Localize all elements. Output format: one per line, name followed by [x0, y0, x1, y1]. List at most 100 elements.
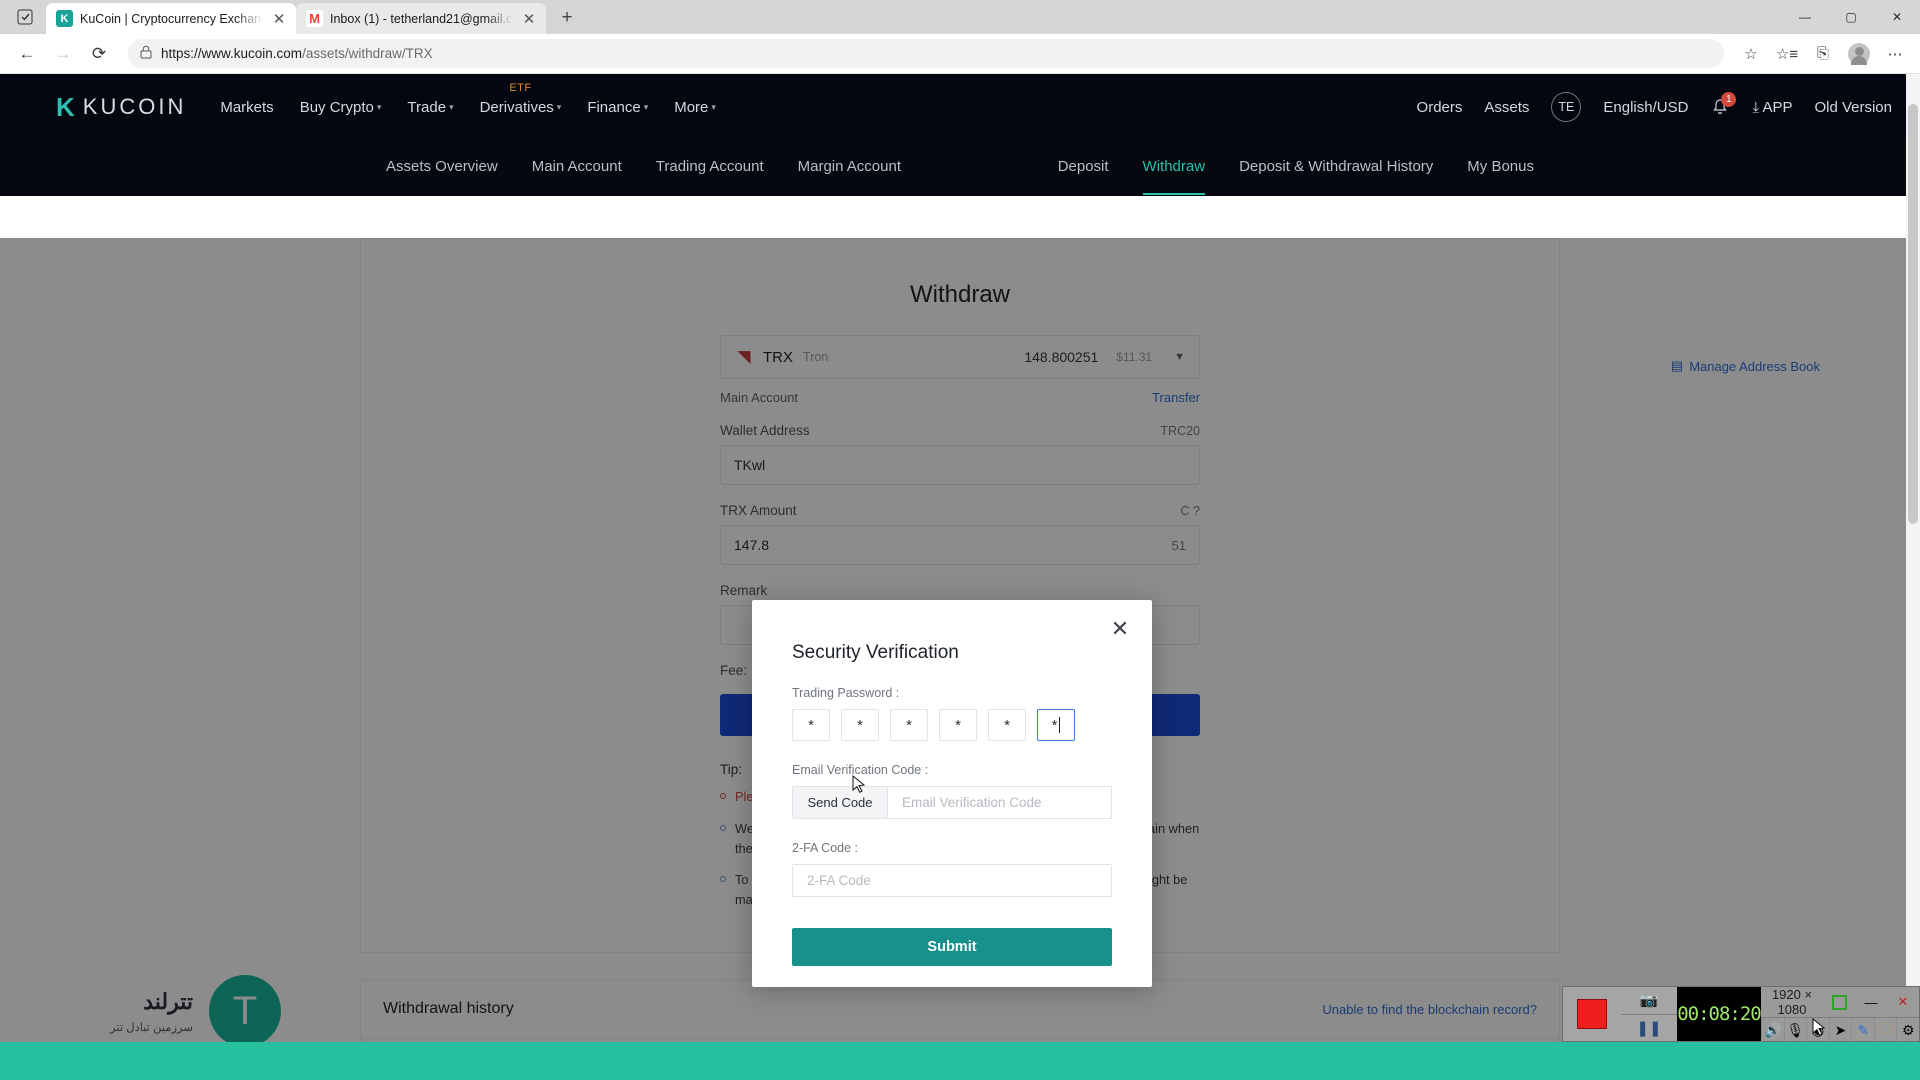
kucoin-header-right: Orders Assets TE English/USD 1 ⤓ APP Old…	[1417, 92, 1892, 122]
folder-icon[interactable]: 🗀	[1873, 1018, 1897, 1042]
speaker-icon[interactable]: 🔊	[1761, 1018, 1784, 1042]
record-stop-button[interactable]	[1563, 987, 1621, 1041]
orders-link[interactable]: Orders	[1417, 99, 1463, 116]
nav-item-derivatives[interactable]: ETF Derivatives ▾	[479, 82, 562, 116]
minimize-button[interactable]: —	[1855, 987, 1887, 1017]
kucoin-logo-icon: K	[56, 91, 75, 122]
url-text: https://www.kucoin.com/assets/withdraw/T…	[161, 46, 433, 61]
nav-label: Markets	[220, 98, 274, 116]
close-button[interactable]: ✕	[1887, 987, 1919, 1017]
pause-icon[interactable]: ❚❚	[1621, 1014, 1677, 1041]
scrollbar-thumb[interactable]	[1908, 104, 1918, 524]
profile-icon[interactable]	[1844, 39, 1874, 68]
tab-search-icon[interactable]	[6, 3, 44, 31]
subnav-item-withdraw[interactable]: Withdraw	[1142, 158, 1205, 195]
subnav-item-margin-account[interactable]: Margin Account	[798, 158, 901, 179]
trading-password-input-group: * * * * * *	[792, 709, 1112, 741]
address-bar[interactable]: https://www.kucoin.com/assets/withdraw/T…	[128, 39, 1724, 68]
kucoin-header: K KUCOIN Markets Buy Crypto ▾ Trade ▾ ET…	[0, 74, 1920, 140]
assets-link[interactable]: Assets	[1484, 99, 1529, 116]
reload-icon[interactable]: ⟳	[82, 39, 116, 69]
notifications-bell-icon[interactable]: 1	[1710, 92, 1737, 117]
password-digit-box[interactable]: *	[988, 709, 1026, 741]
favorites-icon[interactable]: ☆≡	[1772, 39, 1802, 68]
password-digit-box-focused[interactable]: *	[1037, 709, 1075, 741]
tab-title: Inbox (1) - tetherland21@gmail.com	[330, 11, 513, 26]
recorder-mid-controls: 📷 ❚❚	[1621, 987, 1677, 1041]
new-tab-button[interactable]: +	[554, 7, 580, 29]
app-download-link[interactable]: ⤓ APP	[1752, 99, 1792, 116]
page-scrollbar[interactable]	[1906, 74, 1920, 1080]
taskbar-strip	[0, 1042, 1920, 1080]
password-digit: *	[955, 716, 961, 734]
password-digit-box[interactable]: *	[890, 709, 928, 741]
subnav-item-deposit[interactable]: Deposit	[1058, 158, 1109, 179]
assets-subnav: Assets Overview Main Account Trading Acc…	[0, 140, 1920, 196]
page-viewport: K KUCOIN Markets Buy Crypto ▾ Trade ▾ ET…	[0, 74, 1920, 1080]
kucoin-logo-text: KUCOIN	[82, 94, 187, 119]
2fa-code-input[interactable]: 2-FA Code	[792, 864, 1112, 897]
password-digit-box[interactable]: *	[939, 709, 977, 741]
nav-item-more[interactable]: More ▾	[674, 99, 716, 116]
modal-title: Security Verification	[792, 642, 959, 663]
recorder-right-panel: 1920 × 1080 — ✕ 🔊 🎙 ◉ ➤ ✎ 🗀 ⚙	[1761, 987, 1919, 1042]
password-digit: *	[906, 716, 912, 734]
maximize-button[interactable]: ▢	[1828, 0, 1874, 34]
modal-submit-button[interactable]: Submit	[792, 928, 1112, 966]
nav-item-trade[interactable]: Trade ▾	[407, 99, 453, 116]
subnav-item-main-account[interactable]: Main Account	[532, 158, 622, 179]
gear-icon[interactable]: ⚙	[1896, 1018, 1919, 1042]
2fa-code-label: 2-FA Code :	[792, 841, 859, 855]
recording-timer: 00:08:20	[1677, 987, 1762, 1041]
send-code-button[interactable]: Send Code	[793, 787, 888, 818]
password-digit: *	[808, 716, 814, 734]
nav-item-buy-crypto[interactable]: Buy Crypto ▾	[300, 99, 382, 116]
nav-label: Trade	[407, 98, 447, 116]
browser-toolbar-icons: ☆ ☆≡ ⎘ ⋯	[1736, 39, 1910, 68]
subnav-item-trading-account[interactable]: Trading Account	[656, 158, 764, 179]
language-selector[interactable]: English/USD	[1603, 99, 1688, 116]
browser-tab-gmail[interactable]: M Inbox (1) - tetherland21@gmail.com ✕	[296, 3, 546, 34]
chevron-down-icon: ▾	[376, 101, 382, 112]
subnav-item-deposit-withdrawal-history[interactable]: Deposit & Withdrawal History	[1239, 158, 1433, 179]
forward-icon: →	[54, 43, 72, 63]
notification-badge: 1	[1721, 92, 1737, 107]
screenshot-camera-icon[interactable]: 📷	[1621, 987, 1677, 1015]
tab-title: KuCoin | Cryptocurrency Exchange	[80, 11, 263, 26]
page-body: Withdraw ▤ Manage Address Book ◥ TRX Tro…	[0, 238, 1920, 1080]
nav-label: Derivatives	[479, 98, 554, 116]
password-digit-box[interactable]: *	[841, 709, 879, 741]
pen-icon[interactable]: ✎	[1851, 1018, 1874, 1042]
close-icon[interactable]: ✕	[270, 10, 288, 28]
password-digit: *	[1051, 716, 1058, 734]
password-digit: *	[1004, 716, 1010, 734]
nav-item-finance[interactable]: Finance ▾	[587, 99, 648, 116]
nav-item-markets[interactable]: Markets	[220, 99, 273, 116]
old-version-link[interactable]: Old Version	[1814, 99, 1892, 116]
email-verification-input[interactable]: Email Verification Code	[888, 787, 1111, 818]
kucoin-logo[interactable]: K KUCOIN	[56, 92, 186, 123]
app-label: APP	[1762, 98, 1793, 116]
subnav-item-assets-overview[interactable]: Assets Overview	[386, 158, 498, 179]
avatar[interactable]: TE	[1551, 92, 1582, 122]
collections-icon[interactable]: ⎘	[1808, 39, 1838, 68]
chevron-down-icon: ▾	[556, 101, 562, 112]
chevron-down-icon: ▾	[449, 101, 454, 112]
email-verification-label: Email Verification Code :	[792, 763, 929, 777]
close-icon[interactable]: ✕	[1108, 616, 1132, 641]
subnav-item-my-bonus[interactable]: My Bonus	[1467, 158, 1534, 179]
recorder-dimension-row: 1920 × 1080 — ✕	[1761, 987, 1919, 1017]
close-button[interactable]: ✕	[1874, 0, 1920, 34]
back-icon[interactable]: ←	[10, 39, 44, 69]
add-favorite-icon[interactable]: ☆	[1736, 39, 1766, 68]
region-select-icon[interactable]	[1823, 987, 1855, 1017]
password-digit-box[interactable]: *	[792, 709, 830, 741]
microphone-icon[interactable]: 🎙	[1783, 1018, 1807, 1042]
browser-tab-kucoin[interactable]: K KuCoin | Cryptocurrency Exchange ✕	[46, 3, 296, 34]
settings-more-icon[interactable]: ⋯	[1880, 39, 1910, 68]
close-icon[interactable]: ✕	[520, 10, 538, 28]
browser-tabstrip: K KuCoin | Cryptocurrency Exchange ✕ M I…	[0, 0, 1920, 34]
security-verification-modal: ✕ Security Verification Trading Password…	[752, 600, 1152, 987]
minimize-button[interactable]: —	[1782, 0, 1828, 34]
cursor-icon[interactable]: ➤	[1828, 1018, 1852, 1042]
